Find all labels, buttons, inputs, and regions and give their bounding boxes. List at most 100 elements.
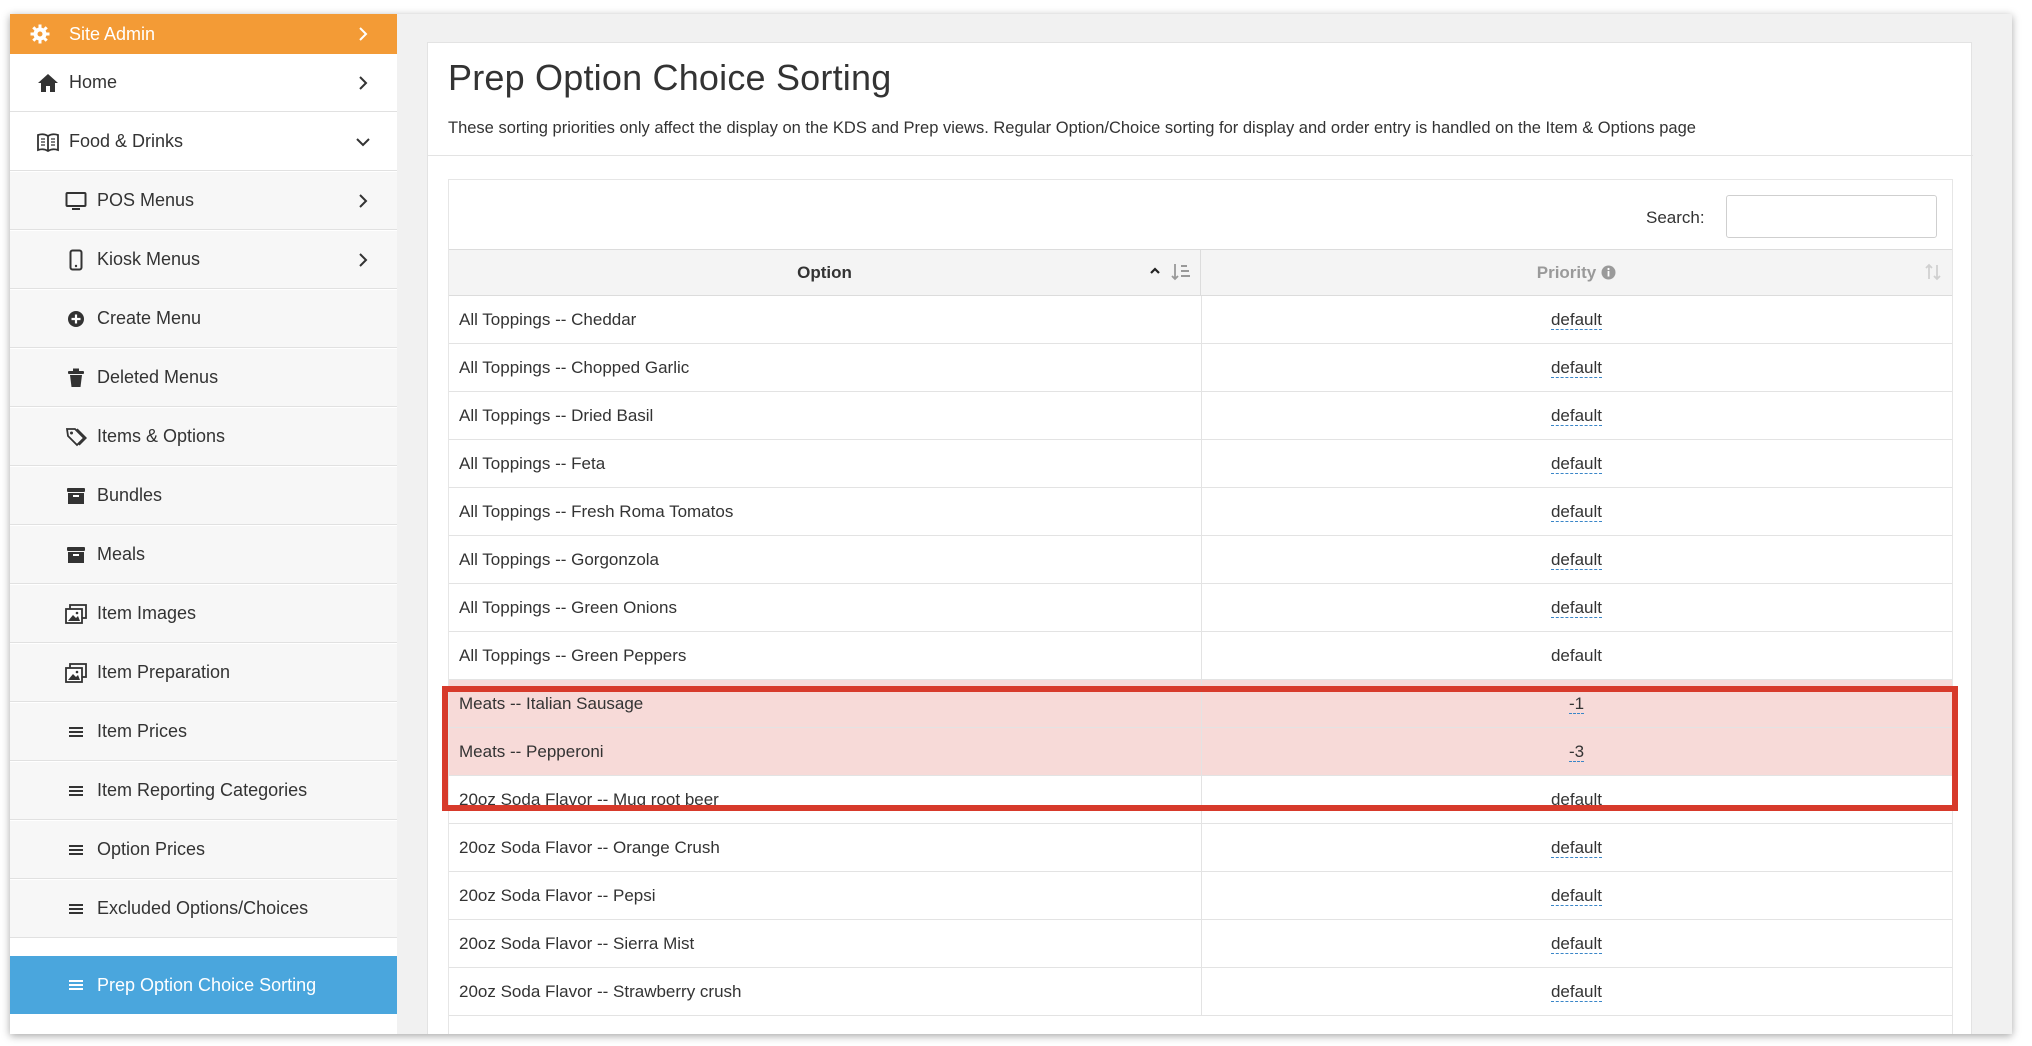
sidebar-item-label: Site Admin xyxy=(69,23,156,44)
page-title: Prep Option Choice Sorting xyxy=(448,57,892,98)
priority-link[interactable]: default xyxy=(1550,406,1603,426)
priority-link[interactable]: default xyxy=(1550,550,1603,570)
sidebar-item-label: POS Menus xyxy=(97,190,195,210)
priority-link[interactable]: default xyxy=(1550,598,1603,618)
sidebar-item-prep-option-choice-sorting[interactable]: Prep Option Choice Sorting xyxy=(10,956,397,1014)
priority-link[interactable]: default xyxy=(1550,502,1603,522)
table-row: All Toppings -- Green Peppers default xyxy=(449,632,1952,680)
search-label: Search: xyxy=(1646,208,1705,227)
list-icon xyxy=(64,973,88,997)
option-cell: All Toppings -- Dried Basil xyxy=(459,405,654,425)
sidebar-item-meals[interactable]: Meals xyxy=(10,526,397,584)
chevron-down-icon xyxy=(353,132,373,152)
list-icon xyxy=(64,720,88,744)
option-cell: All Toppings -- Feta xyxy=(459,453,606,473)
archive-icon xyxy=(64,543,88,567)
table-panel: Search: Option Priority All Toppings -- … xyxy=(448,179,1953,1034)
priority-link[interactable]: -3 xyxy=(1568,742,1585,762)
main-content: Prep Option Choice Sorting These sorting… xyxy=(397,14,2012,1034)
sort-ascending-icon[interactable] xyxy=(1149,264,1161,283)
sidebar-item-pos-menus[interactable]: POS Menus xyxy=(10,172,397,230)
sidebar-item-bundles[interactable]: Bundles xyxy=(10,467,397,525)
list-icon xyxy=(64,779,88,803)
sidebar-item-food-drinks[interactable]: Food & Drinks xyxy=(10,113,397,171)
sidebar-item-option-prices[interactable]: Option Prices xyxy=(10,821,397,879)
sidebar-item-home[interactable]: Home xyxy=(10,54,397,112)
images-icon xyxy=(64,602,88,626)
sidebar-item-label: Item Prices xyxy=(97,721,188,741)
sidebar-item-label: Bundles xyxy=(97,485,163,505)
sidebar-item-label: Items & Options xyxy=(97,426,226,446)
priority-link[interactable]: default xyxy=(1550,838,1603,858)
priority-link[interactable]: default xyxy=(1550,934,1603,954)
sidebar-item-excluded-options-choices[interactable]: Excluded Options/Choices xyxy=(10,880,397,938)
sidebar-item-kiosk-menus[interactable]: Kiosk Menus xyxy=(10,231,397,289)
monitor-icon xyxy=(64,189,88,213)
tablet-icon xyxy=(64,248,88,272)
table-row: 20oz Soda Flavor -- Orange Crush default xyxy=(449,824,1952,872)
sidebar-item-create-menu[interactable]: Create Menu xyxy=(10,290,397,348)
sort-alpha-icon[interactable] xyxy=(1171,262,1191,287)
table-row: All Toppings -- Green Onions default xyxy=(449,584,1952,632)
table-row: 20oz Soda Flavor -- Pepsi default xyxy=(449,872,1952,920)
priority-link[interactable]: default xyxy=(1551,646,1602,665)
priority-link[interactable]: default xyxy=(1550,454,1603,474)
sidebar-item-item-reporting-categories[interactable]: Item Reporting Categories xyxy=(10,762,397,820)
plus-circle-icon xyxy=(64,307,88,331)
sidebar-item-label: Kiosk Menus xyxy=(97,249,201,269)
page-subtitle: These sorting priorities only affect the… xyxy=(448,119,1696,137)
option-cell: All Toppings -- Gorgonzola xyxy=(459,549,660,569)
sidebar-item-site-admin[interactable]: Site Admin xyxy=(10,14,397,54)
sort-both-icon[interactable] xyxy=(1924,262,1942,287)
sidebar-item-label: Home xyxy=(69,72,118,92)
column-header-option[interactable]: Option xyxy=(449,250,1201,295)
sidebar-item-label: Food & Drinks xyxy=(69,131,184,151)
table-row: All Toppings -- Dried Basil default xyxy=(449,392,1952,440)
option-cell: All Toppings -- Green Onions xyxy=(459,597,677,617)
sidebar-item-items-options[interactable]: Items & Options xyxy=(10,408,397,466)
priority-link[interactable]: -1 xyxy=(1568,694,1585,714)
option-cell: 20oz Soda Flavor -- Orange Crush xyxy=(459,837,720,857)
sidebar-item-label: Item Images xyxy=(97,603,197,623)
table-row: 20oz Soda Flavor -- Sierra Mist default xyxy=(449,920,1952,968)
home-icon xyxy=(36,71,60,95)
sidebar-item-deleted-menus[interactable]: Deleted Menus xyxy=(10,349,397,407)
table-row: All Toppings -- Fresh Roma Tomatos defaul… xyxy=(449,488,1952,536)
sidebar-item-label: Option Prices xyxy=(97,839,206,859)
priority-link[interactable]: default xyxy=(1550,310,1603,330)
table-row: 20oz Soda Flavor -- Mug root beer default xyxy=(449,776,1952,824)
priority-link[interactable]: default xyxy=(1550,886,1603,906)
info-icon[interactable] xyxy=(1601,265,1616,280)
chevron-right-icon xyxy=(353,73,373,93)
option-cell: All Toppings -- Cheddar xyxy=(459,309,637,329)
column-header-priority[interactable]: Priority xyxy=(1201,250,1952,295)
priority-link[interactable]: default xyxy=(1550,358,1603,378)
table-row: All Toppings -- Chopped Garlic default xyxy=(449,344,1952,392)
sidebar-item-item-images[interactable]: Item Images xyxy=(10,585,397,643)
sidebar-item-item-preparation[interactable]: Item Preparation xyxy=(10,644,397,702)
sidebar-item-label: Create Menu xyxy=(97,308,202,328)
priority-link[interactable]: default xyxy=(1550,790,1603,810)
list-icon xyxy=(64,838,88,862)
option-cell: All Toppings -- Fresh Roma Tomatos xyxy=(459,501,734,521)
search-input[interactable] xyxy=(1726,195,1937,238)
column-header-label: Option xyxy=(797,262,852,282)
option-cell: 20oz Soda Flavor -- Pepsi xyxy=(459,885,656,905)
option-cell: Meats -- Pepperoni xyxy=(459,741,604,761)
table-row: Meats -- Pepperoni -3 xyxy=(449,728,1952,776)
priority-link[interactable]: default xyxy=(1550,982,1603,1002)
tags-icon xyxy=(64,425,88,449)
option-cell: 20oz Soda Flavor -- Mug root beer xyxy=(459,789,719,809)
sidebar-item-item-prices[interactable]: Item Prices xyxy=(10,703,397,761)
column-header-label: Priority xyxy=(1536,262,1597,282)
sidebar-item-label: Deleted Menus xyxy=(97,367,219,387)
table-row: Meats -- Italian Sausage -1 xyxy=(449,680,1952,728)
sidebar-item-label: Item Preparation xyxy=(97,662,231,682)
sidebar-item-label: Prep Option Choice Sorting xyxy=(97,974,317,995)
table-header: Option Priority xyxy=(449,249,1952,296)
chevron-right-icon xyxy=(353,191,373,211)
trash-icon xyxy=(64,366,88,390)
table-row: 20oz Soda Flavor -- Strawberry crush defa… xyxy=(449,968,1952,1016)
option-cell: All Toppings -- Chopped Garlic xyxy=(459,357,690,377)
option-cell: Meats -- Italian Sausage xyxy=(459,693,644,713)
